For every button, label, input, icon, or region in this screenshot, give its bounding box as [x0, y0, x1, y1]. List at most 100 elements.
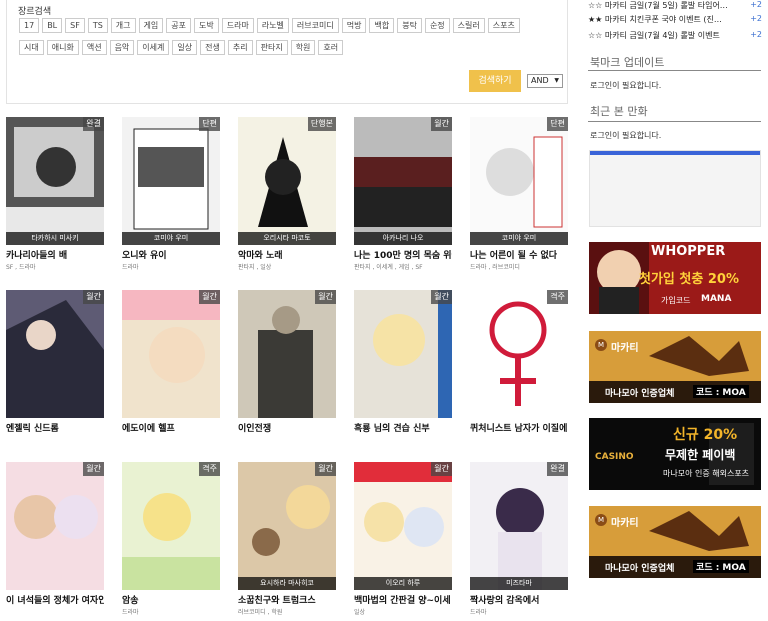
- ad-headline: 마나모아 인증업체: [605, 389, 675, 399]
- comic-cover[interactable]: 격주: [470, 290, 568, 418]
- comic-title[interactable]: 악마와 노래: [238, 248, 336, 261]
- genre-tag[interactable]: SF: [65, 18, 85, 33]
- comic-cover[interactable]: 월간: [6, 290, 104, 418]
- comic-cover[interactable]: 월간: [6, 462, 104, 590]
- event-count: +2: [750, 14, 762, 23]
- genre-tag[interactable]: 게임: [138, 18, 164, 33]
- genre-tag[interactable]: 백합: [369, 18, 395, 33]
- comic-cover[interactable]: 단편 코미야 우미: [470, 117, 568, 245]
- event-text: 마카티 금일(7월 4일) 롤발 이벤트: [604, 31, 720, 40]
- comic-cover[interactable]: 단편 코미야 우미: [122, 117, 220, 245]
- comic-card[interactable]: 월간 이오리 하루 백마법의 간판걸 양~이세 일상: [354, 462, 452, 620]
- comic-title[interactable]: 카나리아들의 배: [6, 248, 104, 261]
- comic-title[interactable]: 나는 어른이 될 수 없다: [470, 248, 568, 261]
- operator-select[interactable]: AND ▼: [527, 74, 563, 88]
- genre-tag[interactable]: 러브코미디: [291, 18, 339, 33]
- comic-cover[interactable]: 월간 요시하라 마사히코: [238, 462, 336, 590]
- comic-title[interactable]: 흑룡 님의 견습 신부: [354, 421, 452, 434]
- comic-title[interactable]: 오니와 유이: [122, 248, 220, 261]
- comic-cover[interactable]: 월간: [122, 290, 220, 418]
- comic-title[interactable]: 이 녀석들의 정체가 여자인: [6, 593, 104, 606]
- genre-tag[interactable]: 순정: [424, 18, 450, 33]
- comic-cover[interactable]: 완결 타카하시 미사키: [6, 117, 104, 245]
- comic-author: 아카나리 나오: [354, 232, 452, 245]
- ad-banner-whopper[interactable]: WHOPPER 첫가입 첫충 20% 가입코드 MANA: [589, 242, 761, 314]
- comic-card[interactable]: 월간이인전쟁: [238, 290, 336, 448]
- genre-tag[interactable]: 개그: [110, 18, 136, 33]
- ad-banner-makati[interactable]: M 마카티 마나모아 인증업체 코드 : MOA: [589, 331, 761, 403]
- publication-badge: 단편: [547, 117, 568, 131]
- publication-badge: 격주: [199, 462, 220, 476]
- genre-tag[interactable]: 17: [19, 18, 40, 33]
- comic-cover[interactable]: 월간: [354, 290, 452, 418]
- recent-section-title: 최근 본 만화: [590, 105, 648, 118]
- comic-title[interactable]: 에도이에 헬프: [122, 421, 220, 434]
- comic-title[interactable]: 짝사랑의 감옥에서: [470, 593, 568, 606]
- comic-card[interactable]: 단행본 오리시타 마코토 악마와 노래 판타지 , 일상: [238, 117, 336, 275]
- genre-tag[interactable]: 스포츠: [487, 18, 520, 33]
- comic-card[interactable]: 월간 요시하라 마사히코 소꿉친구와 트럼크스 러브코미디 , 학원: [238, 462, 336, 620]
- blank-banner[interactable]: [589, 150, 761, 227]
- comic-card[interactable]: 월간 아카나리 나오나는 100만 명의 목숨 위에판타지 , 이세계 , 게임 …: [354, 117, 452, 275]
- comic-title[interactable]: 소꿉친구와 트럼크스: [238, 593, 336, 606]
- event-item[interactable]: ★★ 마카티 치킨쿠폰 국야 이벤트 (진… +2: [588, 14, 762, 26]
- comic-title[interactable]: 이인전쟁: [238, 421, 336, 434]
- genre-tag[interactable]: 액션: [81, 40, 107, 55]
- genre-tag[interactable]: BL: [42, 18, 63, 33]
- genre-tag[interactable]: 애니화: [46, 40, 79, 55]
- publication-badge: 격주: [547, 290, 568, 304]
- comic-title[interactable]: 퀴처니스트 남자가 이질에: [470, 421, 568, 434]
- comic-card[interactable]: 월간흑룡 님의 견습 신부: [354, 290, 452, 448]
- comic-author: 미즈타마: [470, 577, 568, 590]
- genre-tag[interactable]: 스릴러: [452, 18, 485, 33]
- comic-card[interactable]: 완결 미즈타마짝사랑의 감옥에서드라마: [470, 462, 568, 620]
- search-button[interactable]: 검색하기: [469, 70, 521, 92]
- comic-cover[interactable]: 격주: [122, 462, 220, 590]
- cover-art: [470, 290, 568, 418]
- genre-tag[interactable]: 학원: [290, 40, 316, 55]
- genre-tag[interactable]: 호러: [318, 40, 344, 55]
- comic-cover[interactable]: 월간: [238, 290, 336, 418]
- comic-card[interactable]: 월간에도이에 헬프: [122, 290, 220, 448]
- genre-tag[interactable]: 라노벨: [256, 18, 289, 33]
- comic-title[interactable]: 엔젤릭 신드롬: [6, 421, 104, 434]
- ad-sub: 무제한 페이백: [665, 448, 736, 462]
- genre-tag[interactable]: 이세계: [137, 40, 170, 55]
- genre-tag[interactable]: 붕탁: [397, 18, 422, 33]
- genre-tag[interactable]: 추리: [227, 40, 253, 55]
- genre-tag[interactable]: 음악: [109, 40, 135, 55]
- ad-banner-casino[interactable]: CASINO 신규 20% 무제한 페이백 마나모아 인증 해외스포츠: [589, 418, 761, 490]
- comic-card[interactable]: 격주퀴처니스트 남자가 이질에: [470, 290, 568, 448]
- genre-tag[interactable]: 일상: [172, 40, 198, 55]
- cover-art: [470, 117, 568, 245]
- comic-card[interactable]: 월간엔젤릭 신드롬: [6, 290, 104, 448]
- event-item[interactable]: ☆☆ 마카티 금일(7월 4일) 롤발 이벤트 +2: [588, 30, 762, 42]
- comic-cover[interactable]: 월간 이오리 하루: [354, 462, 452, 590]
- comic-card[interactable]: 단편 코미야 우미 오니와 유이 드라마: [122, 117, 220, 275]
- event-stars: ★★: [588, 15, 603, 24]
- genre-tag[interactable]: 시대: [19, 40, 44, 55]
- comic-title[interactable]: 나는 100만 명의 목숨 위에: [354, 248, 452, 261]
- ad-banner-makati[interactable]: M 마카티 마나모아 인증업체 코드 : MOA: [589, 506, 761, 578]
- comic-title[interactable]: 암송: [122, 593, 220, 606]
- comic-cover[interactable]: 단행본 오리시타 마코토: [238, 117, 336, 245]
- comic-card[interactable]: 단편 코미야 우미 나는 어른이 될 수 없다 드라마 , 러브코미디: [470, 117, 568, 275]
- bookmark-login-notice: 로그인이 필요합니다.: [590, 81, 662, 90]
- comic-card[interactable]: 월간이 녀석들의 정체가 여자인: [6, 462, 104, 620]
- genre-tag[interactable]: 공포: [166, 18, 191, 33]
- event-stars: ☆☆: [588, 31, 603, 40]
- comic-cover[interactable]: 월간 아카나리 나오: [354, 117, 452, 245]
- comic-genres: 판타지 , 이세계 , 게임 , SF: [354, 264, 423, 271]
- genre-tag[interactable]: 먹방: [341, 18, 367, 33]
- comic-title[interactable]: 백마법의 간판걸 양~이세: [354, 593, 452, 606]
- genre-tag[interactable]: 드라마: [221, 18, 254, 33]
- genre-tag[interactable]: 전생: [200, 40, 225, 55]
- genre-tag[interactable]: 판타지: [255, 40, 288, 55]
- comic-cover[interactable]: 완결 미즈타마: [470, 462, 568, 590]
- comic-genres: 드라마: [470, 609, 487, 616]
- event-item[interactable]: ☆☆ 마카티 금일(7월 5일) 롤발 타임어… +2: [588, 0, 762, 12]
- genre-tag[interactable]: TS: [87, 18, 108, 33]
- genre-tag[interactable]: 도박: [194, 18, 219, 33]
- comic-card[interactable]: 완결 타카하시 미사키 카나리아들의 배 SF , 드라마: [6, 117, 104, 275]
- comic-card[interactable]: 격주 암송 드라마: [122, 462, 220, 620]
